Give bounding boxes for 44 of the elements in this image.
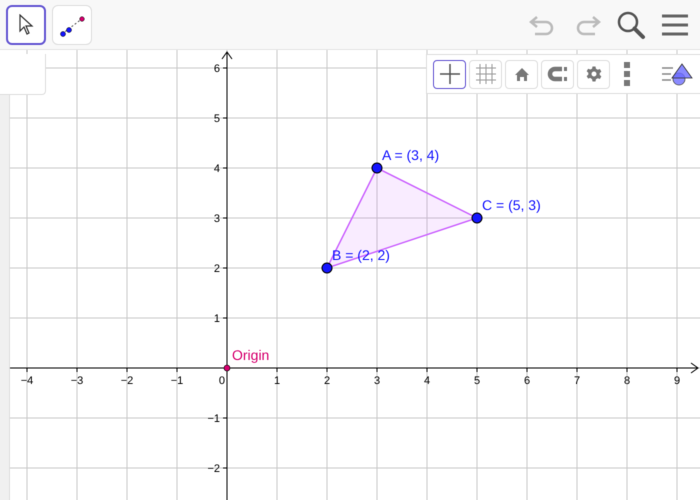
x-tick-label: 0 <box>218 375 225 387</box>
point-label: Origin <box>232 347 270 363</box>
x-tick-label: −3 <box>70 375 84 387</box>
x-tick-label: −4 <box>20 375 34 387</box>
x-tick-label: 9 <box>674 375 680 387</box>
x-tick-label: 1 <box>274 375 280 387</box>
x-tick-label: 3 <box>374 375 380 387</box>
move-tool-button[interactable] <box>6 4 46 44</box>
x-tick-label: 4 <box>424 375 430 387</box>
x-tick-label: 2 <box>324 375 330 387</box>
menu-icon <box>661 12 689 36</box>
axes-icon <box>438 62 462 86</box>
home-toggle-button[interactable] <box>505 60 538 88</box>
x-tick-label: 6 <box>524 375 530 387</box>
x-tick-label: −1 <box>170 375 184 387</box>
magnet-icon <box>546 66 568 82</box>
y-tick-label: 4 <box>214 163 220 175</box>
axes-toggle-button[interactable] <box>433 60 466 88</box>
vertical-dots-icon <box>624 62 630 86</box>
point[interactable] <box>224 364 230 372</box>
y-tick-label: 6 <box>214 63 220 75</box>
y-tick-label: 3 <box>214 213 220 225</box>
search-icon <box>616 10 646 40</box>
lines-triangle-circle-icon <box>661 62 693 86</box>
point-label: A = (3, 4) <box>382 147 440 163</box>
y-tick-label: 2 <box>214 263 220 275</box>
magnet-toggle-button[interactable] <box>541 60 574 88</box>
y-tick-label: −2 <box>207 463 220 475</box>
y-tick-label: 1 <box>214 313 220 325</box>
side-panel-handle[interactable] <box>0 95 10 500</box>
x-tick-label: 7 <box>574 375 580 387</box>
x-tick-label: 8 <box>624 375 630 387</box>
y-tick-label: −1 <box>207 413 220 425</box>
point-tool-button[interactable] <box>52 4 92 44</box>
x-tick-label: 5 <box>474 375 480 387</box>
y-tick-label: 5 <box>214 113 220 125</box>
grid-icon <box>474 62 498 86</box>
grid-toggle-button[interactable] <box>469 60 502 88</box>
settings-icon <box>584 65 602 83</box>
pointer-arrow-icon <box>18 14 34 36</box>
settings-toggle-button[interactable] <box>577 60 610 88</box>
point-label: C = (5, 3) <box>482 197 541 213</box>
home-icon <box>514 66 530 82</box>
x-tick-label: −2 <box>120 375 134 387</box>
